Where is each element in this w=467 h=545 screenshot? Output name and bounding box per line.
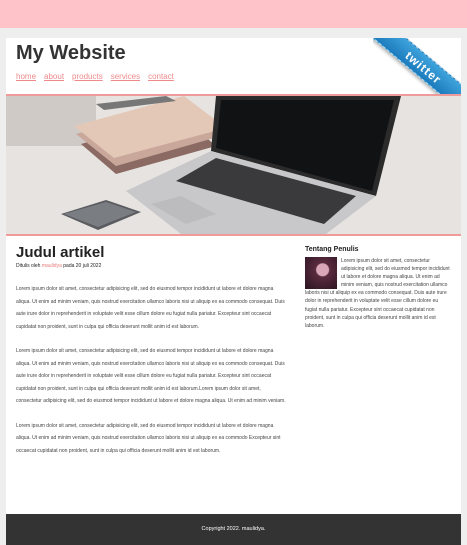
nav-link-home[interactable]: home xyxy=(16,72,36,81)
nav-link-about[interactable]: about xyxy=(44,72,64,81)
author-avatar xyxy=(305,257,337,289)
nav-link-products[interactable]: products xyxy=(72,72,103,81)
hero-divider xyxy=(6,234,461,236)
footer-copyright: Copyright 2022. maulidya. xyxy=(201,526,266,532)
sidebar: Tentang Penulis Lorem ipsum dolor sit am… xyxy=(305,246,450,330)
main-nav: home about products services contact xyxy=(16,72,174,81)
byline-author-link[interactable]: maulidya xyxy=(42,263,62,269)
article: Judul artikel Ditulis oleh maulidya pada… xyxy=(16,244,286,457)
page-container: My Website home about products services … xyxy=(6,38,461,545)
article-paragraph: Lorem ipsum dolor sit amet, consectetur … xyxy=(16,286,285,330)
nav-link-contact[interactable]: contact xyxy=(148,72,174,81)
nav-link-services[interactable]: services xyxy=(111,72,140,81)
article-byline: Ditulis oleh maulidya pada 20 juli 2022 xyxy=(16,263,286,269)
article-paragraph: Lorem ipsum dolor sit amet, consectetur … xyxy=(16,348,286,404)
article-paragraph: Lorem ipsum dolor sit amet, consectetur … xyxy=(16,422,281,454)
byline-prefix: Ditulis oleh xyxy=(16,263,41,269)
site-title: My Website xyxy=(16,42,126,64)
site-footer: Copyright 2022. maulidya. xyxy=(6,514,461,545)
author-box: Lorem ipsum dolor sit amet, consectetur … xyxy=(305,257,450,330)
byline-date: pada 20 juli 2022 xyxy=(63,263,102,269)
article-title: Judul artikel xyxy=(16,244,105,261)
site-header: My Website home about products services … xyxy=(6,38,461,118)
hero-image xyxy=(6,96,461,234)
top-bar xyxy=(0,0,467,28)
sidebar-title: Tentang Penulis xyxy=(305,246,359,253)
laptop-desk-illustration xyxy=(6,96,461,234)
